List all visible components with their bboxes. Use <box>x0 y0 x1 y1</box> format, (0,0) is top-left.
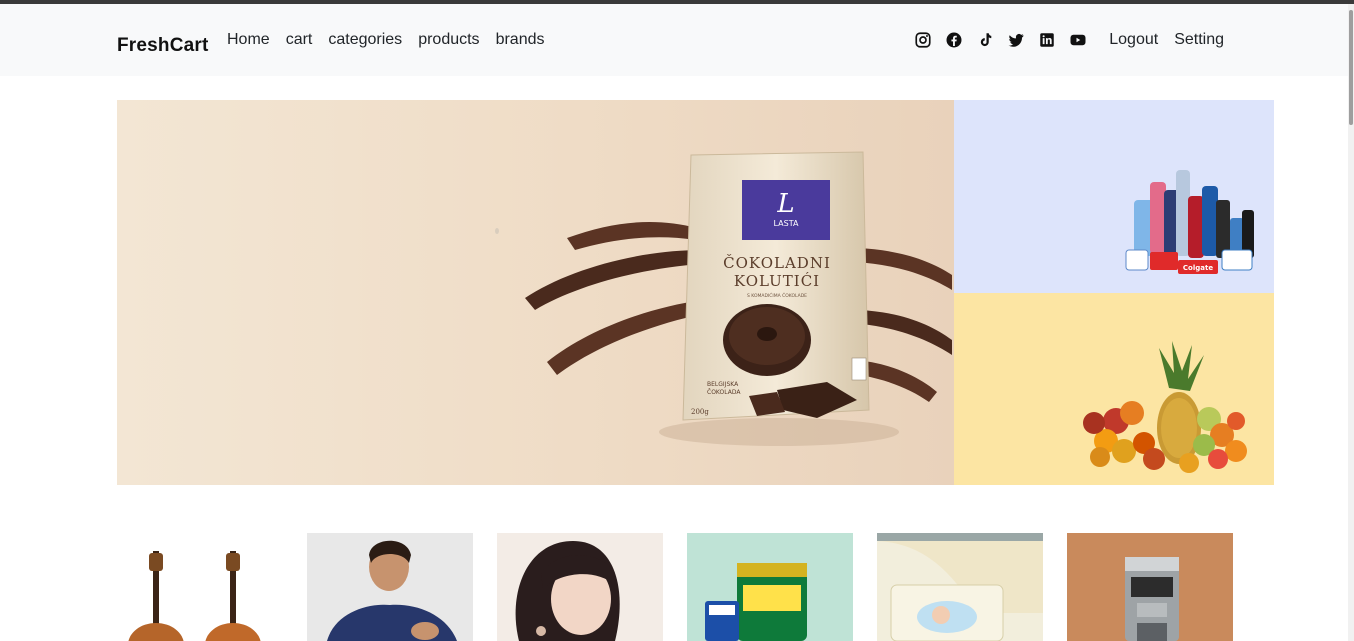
chocolate-rings-image: L LASTA ČOKOLADNI KOLUTIĆI S KOMADIĆIMA … <box>495 151 952 446</box>
product-title-line2: KOLUTIĆI <box>734 272 820 290</box>
facebook-icon[interactable] <box>945 31 963 49</box>
nav-cart-link[interactable]: cart <box>286 31 313 49</box>
hero-main-slide[interactable]: L LASTA ČOKOLADNI KOLUTIĆI S KOMADIĆIMA … <box>117 100 954 485</box>
nav-right: Logout Setting <box>914 31 1224 49</box>
linkedin-icon[interactable] <box>1038 31 1056 49</box>
product-card-guitars[interactable] <box>117 533 283 641</box>
flavor-line2: ČOKOLADA <box>707 389 741 396</box>
product-strip <box>117 533 1233 641</box>
nav-brands-link[interactable]: brands <box>496 31 545 49</box>
girl-portrait-image <box>515 541 620 641</box>
product-card-coffee-machine[interactable] <box>1067 533 1233 641</box>
brand-logo[interactable]: FreshCart <box>117 35 209 57</box>
instagram-icon[interactable] <box>914 31 932 49</box>
brand-logo-letter: L <box>776 189 794 219</box>
youtube-icon[interactable] <box>1069 31 1087 49</box>
scrollbar-thumb[interactable] <box>1349 10 1353 125</box>
product-card-milk[interactable] <box>687 533 853 641</box>
product-card-diapers[interactable] <box>877 533 1043 641</box>
product-subtitle: S KOMADIĆIMA ČOKOLADE <box>747 292 807 299</box>
product-title-line1: ČOKOLADNI <box>723 254 831 272</box>
setting-link[interactable]: Setting <box>1174 31 1224 49</box>
twitter-icon[interactable] <box>1007 31 1025 49</box>
hero-side-bottom-banner[interactable] <box>954 293 1274 485</box>
hero-side-top-banner[interactable]: Colgate <box>954 100 1274 293</box>
page-scrollbar[interactable] <box>1348 4 1354 641</box>
fruits-image <box>1083 341 1247 473</box>
product-card-portrait[interactable] <box>497 533 663 641</box>
hoodie-model-image <box>307 533 473 641</box>
coffee-machine-image <box>1125 557 1179 641</box>
nav-categories-link[interactable]: categories <box>328 31 402 49</box>
personal-care-products-image: Colgate <box>1125 170 1254 274</box>
tiktok-icon[interactable] <box>976 31 994 49</box>
product-card-hoodie[interactable] <box>307 533 473 641</box>
diapers-pack-image <box>877 533 1043 641</box>
colgate-label: Colgate <box>1183 264 1213 272</box>
nav-products-link[interactable]: products <box>418 31 479 49</box>
navbar: FreshCart Home cart categories products … <box>0 4 1348 76</box>
brand-name-text: LASTA <box>774 219 799 228</box>
milk-powder-image <box>705 563 807 641</box>
nav-links: Home cart categories products brands <box>227 31 544 49</box>
flavor-line1: BELGIJSKA <box>707 381 739 388</box>
social-icons <box>914 31 1087 49</box>
nav-home-link[interactable]: Home <box>227 31 270 49</box>
guitar-image <box>128 551 261 641</box>
logout-link[interactable]: Logout <box>1109 31 1158 49</box>
hero-banner: L LASTA ČOKOLADNI KOLUTIĆI S KOMADIĆIMA … <box>117 100 1274 485</box>
weight-text: 200g <box>691 408 709 416</box>
